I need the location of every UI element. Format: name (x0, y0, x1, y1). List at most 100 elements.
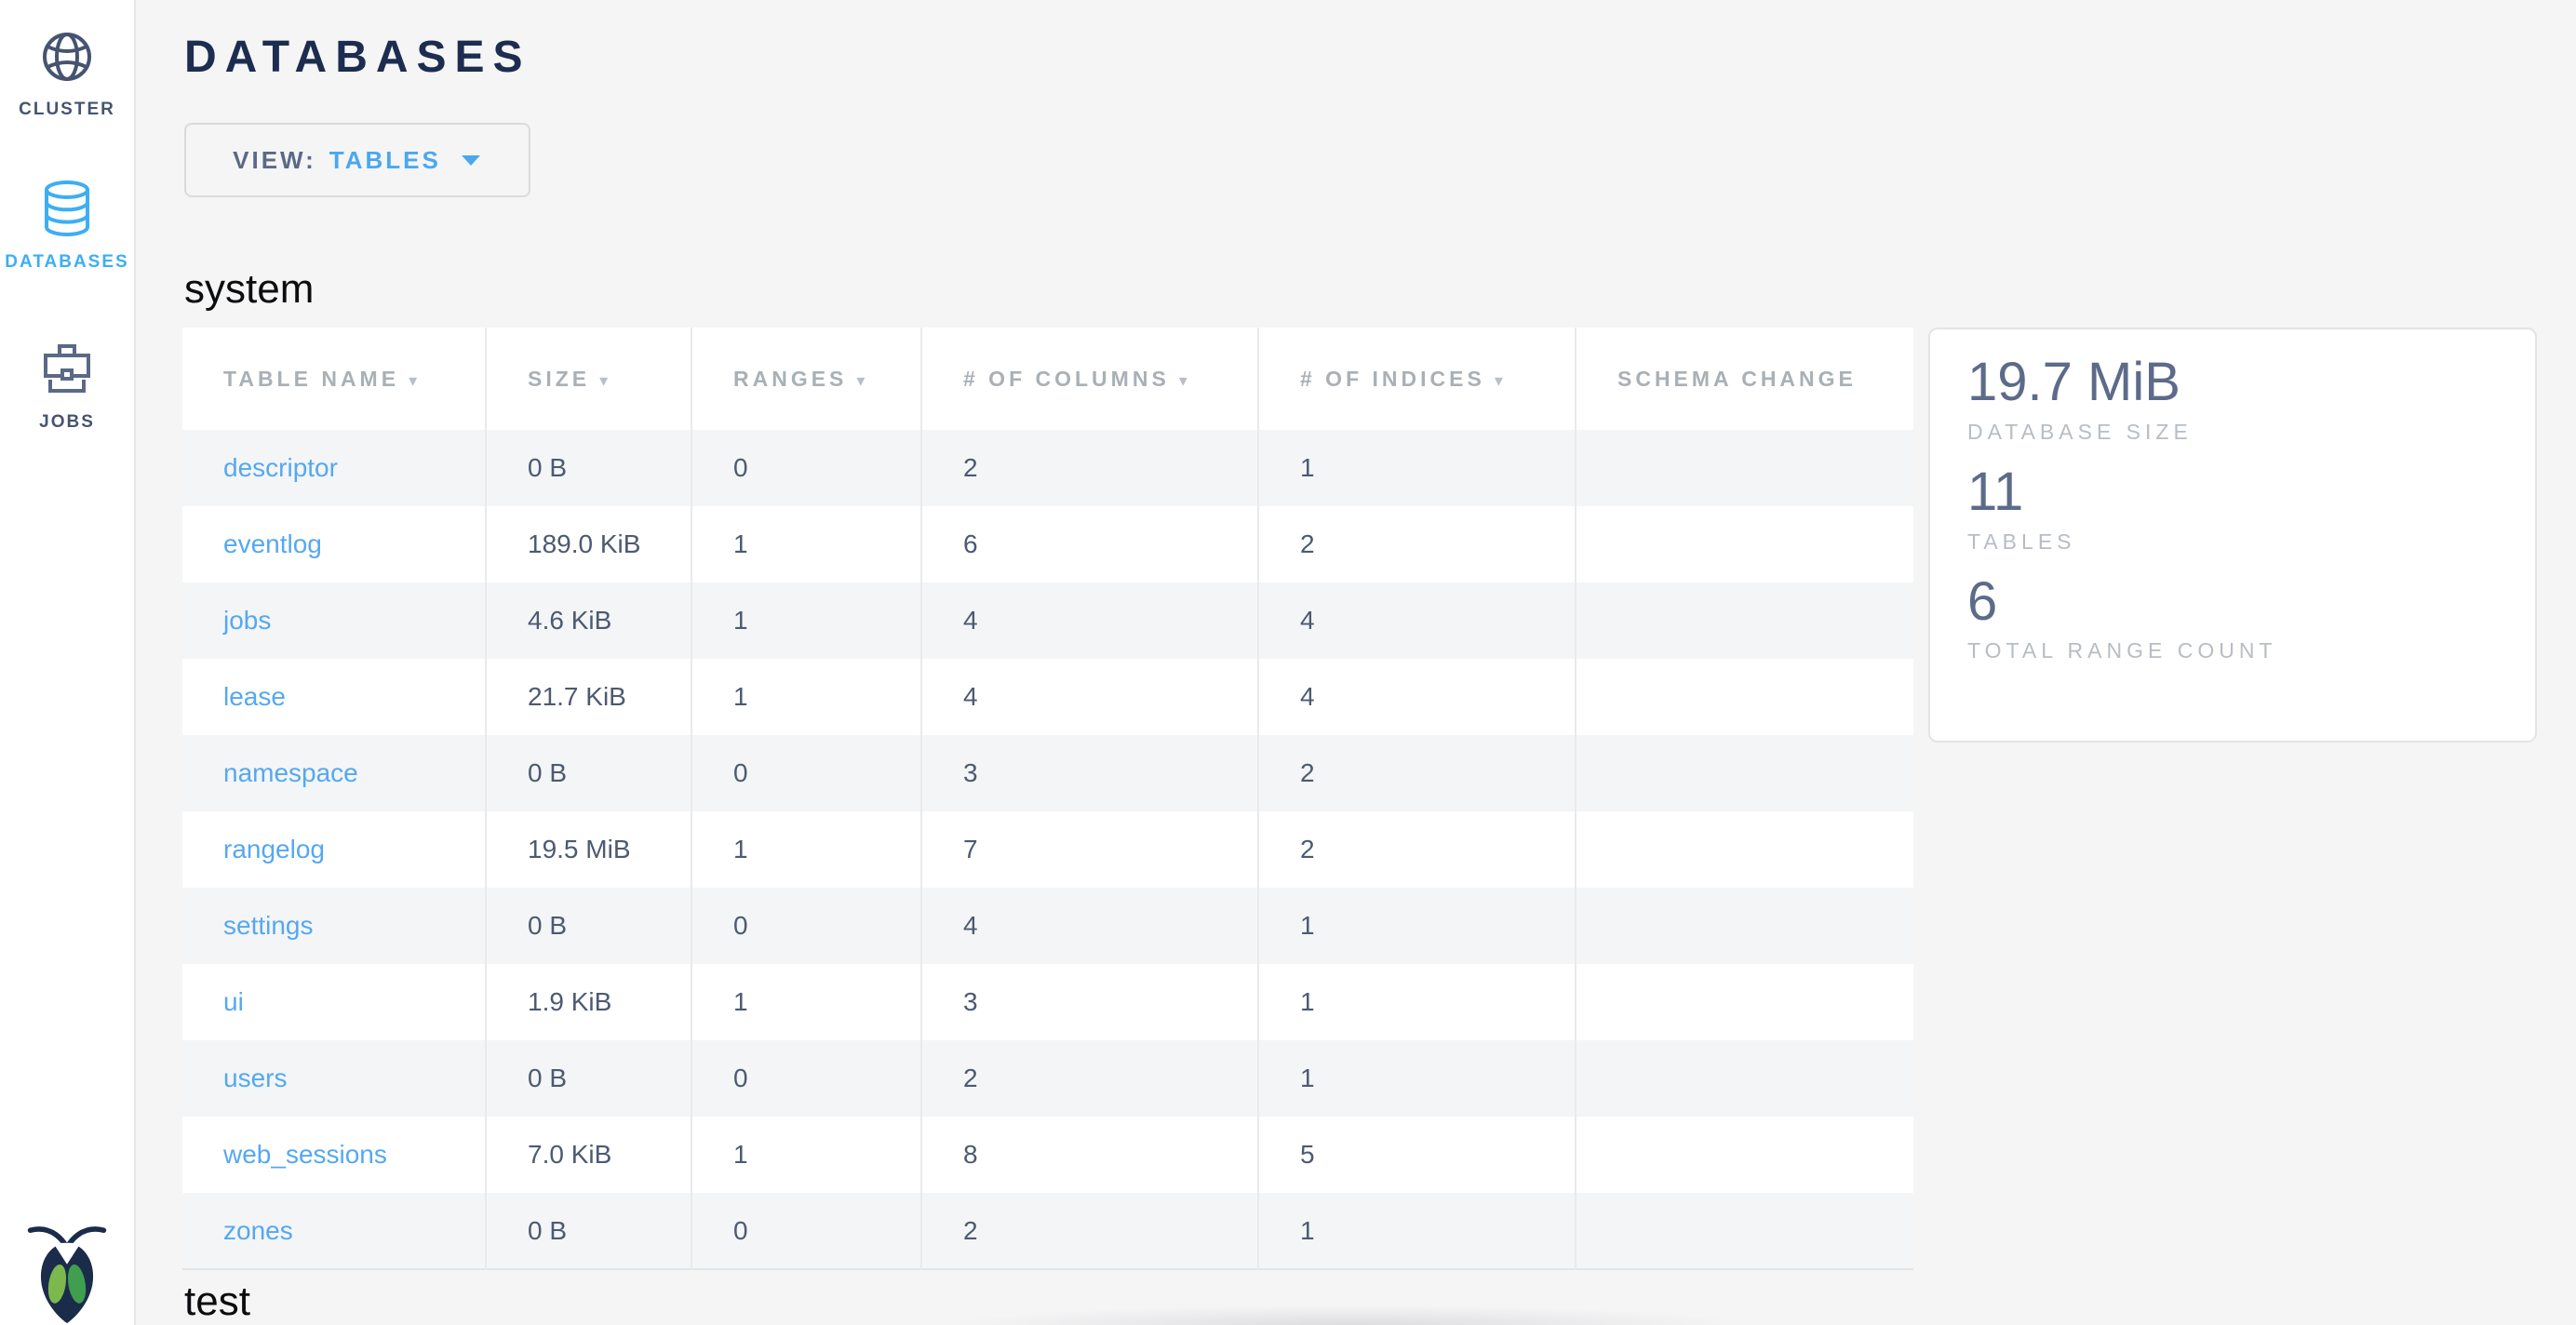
cell-ranges: 1 (691, 1117, 921, 1193)
cell-ranges: 1 (691, 811, 921, 888)
cell-ranges: 1 (691, 659, 921, 735)
cell-size: 189.0 KiB (486, 506, 691, 582)
table-row: zones0 B021 (182, 1193, 1913, 1269)
table-name-link[interactable]: ui (223, 987, 244, 1016)
cell-columns: 7 (921, 811, 1258, 888)
sidebar: CLUSTER DATABASES JOBS (0, 0, 136, 1325)
cell-size: 19.5 MiB (486, 811, 691, 888)
cell-ranges: 0 (691, 1040, 921, 1117)
summary-stat-label: TOTAL RANGE COUNT (1967, 638, 2498, 663)
sidebar-item-cluster[interactable]: CLUSTER (0, 30, 134, 120)
table-row: eventlog189.0 KiB162 (182, 506, 1913, 582)
table-name-link[interactable]: zones (223, 1216, 293, 1245)
summary-stat: 11TABLES (1967, 460, 2498, 555)
cell-table-name: rangelog (182, 811, 486, 888)
sort-caret-icon: ▾ (409, 371, 417, 390)
table-name-link[interactable]: namespace (223, 758, 358, 787)
sort-caret-icon: ▾ (1179, 371, 1187, 390)
table-row: descriptor0 B021 (182, 430, 1913, 506)
cell-indices: 5 (1258, 1117, 1576, 1193)
column-header-size[interactable]: SIZE ▾ (486, 328, 691, 430)
column-header--of-indices[interactable]: # OF INDICES ▾ (1258, 328, 1576, 430)
column-header--of-columns[interactable]: # OF COLUMNS▾ (921, 328, 1258, 430)
table-name-link[interactable]: web_sessions (223, 1140, 387, 1169)
cell-table-name: namespace (182, 735, 486, 811)
cell-schema-change (1576, 1117, 1913, 1193)
cell-columns: 6 (921, 506, 1258, 582)
cell-size: 1.9 KiB (486, 964, 691, 1040)
cockroachdb-logo[interactable] (25, 1223, 109, 1325)
cell-columns: 4 (921, 888, 1258, 964)
cell-table-name: zones (182, 1193, 486, 1269)
cell-indices: 2 (1258, 506, 1576, 582)
cell-table-name: jobs (182, 582, 486, 659)
chevron-down-icon (460, 154, 482, 171)
cell-indices: 4 (1258, 582, 1576, 659)
cell-schema-change (1576, 506, 1913, 582)
cell-schema-change (1576, 811, 1913, 888)
cell-table-name: descriptor (182, 430, 486, 506)
table-name-link[interactable]: users (223, 1064, 287, 1092)
cell-columns: 8 (921, 1117, 1258, 1193)
cell-columns: 4 (921, 582, 1258, 659)
cell-ranges: 1 (691, 582, 921, 659)
cell-schema-change (1576, 1040, 1913, 1117)
cell-size: 0 B (486, 1193, 691, 1269)
column-header-table-name[interactable]: TABLE NAME ▾ (182, 328, 486, 430)
system-tables-table: TABLE NAME▾SIZE▾RANGES▾# OF COLUMNS▾# OF… (182, 328, 1913, 1270)
column-header-schema-change: SCHEMA CHANGE (1576, 328, 1913, 430)
cell-indices: 1 (1258, 430, 1576, 506)
cell-columns: 2 (921, 1040, 1258, 1117)
sort-caret-icon: ▾ (1495, 371, 1503, 390)
table-name-link[interactable]: descriptor (223, 453, 338, 482)
column-header-label: SIZE (528, 367, 590, 391)
cell-ranges: 0 (691, 1193, 921, 1269)
cell-schema-change (1576, 735, 1913, 811)
database-summary-card: 19.7 MiB DATABASE SIZE 11TABLES 6TOTAL RANG… (1928, 328, 2537, 743)
sidebar-item-jobs[interactable]: JOBS (0, 342, 134, 433)
database-section-heading-system: system (184, 266, 314, 313)
cell-columns: 2 (921, 1193, 1258, 1269)
cell-table-name: web_sessions (182, 1117, 486, 1193)
column-header-label: # OF INDICES (1300, 367, 1485, 391)
table-name-link[interactable]: settings (223, 911, 314, 940)
cell-ranges: 0 (691, 735, 921, 811)
cell-size: 0 B (486, 430, 691, 506)
view-selector-dropdown[interactable]: VIEW: TABLES (184, 123, 530, 197)
cell-columns: 2 (921, 430, 1258, 506)
cell-indices: 4 (1258, 659, 1576, 735)
sidebar-item-databases[interactable]: DATABASES (0, 181, 134, 273)
summary-stat-value: 19.7 MiB (1967, 350, 2498, 416)
summary-stat-value: 6 (1967, 569, 2498, 636)
table-row: rangelog19.5 MiB172 (182, 811, 1913, 888)
summary-stat-label: DATABASE SIZE (1967, 420, 2498, 445)
database-icon (0, 181, 134, 241)
sort-caret-icon: ▾ (599, 371, 608, 390)
column-header-label: TABLE NAME (223, 367, 399, 391)
column-header-label: RANGES (733, 367, 847, 391)
table-name-link[interactable]: jobs (223, 606, 271, 635)
cell-indices: 1 (1258, 888, 1576, 964)
summary-stat: 6TOTAL RANGE COUNT (1967, 569, 2498, 664)
cell-schema-change (1576, 659, 1913, 735)
sidebar-item-label: DATABASES (0, 252, 134, 273)
cell-size: 0 B (486, 1040, 691, 1117)
sidebar-item-label: CLUSTER (0, 100, 134, 120)
cell-columns: 3 (921, 964, 1258, 1040)
table-row: web_sessions7.0 KiB185 (182, 1117, 1913, 1193)
cell-indices: 1 (1258, 964, 1576, 1040)
sidebar-item-label: JOBS (0, 412, 134, 433)
cell-table-name: eventlog (182, 506, 486, 582)
table-name-link[interactable]: lease (223, 682, 286, 711)
column-header-ranges[interactable]: RANGES▾ (691, 328, 921, 430)
cell-table-name: lease (182, 659, 486, 735)
cell-schema-change (1576, 430, 1913, 506)
table-header-row: TABLE NAME▾SIZE▾RANGES▾# OF COLUMNS▾# OF… (182, 328, 1913, 430)
table-row: ui1.9 KiB131 (182, 964, 1913, 1040)
table-name-link[interactable]: eventlog (223, 529, 322, 558)
cell-table-name: settings (182, 888, 486, 964)
table-name-link[interactable]: rangelog (223, 835, 325, 863)
cell-table-name: ui (182, 964, 486, 1040)
briefcase-icon (0, 342, 134, 401)
cell-ranges: 1 (691, 964, 921, 1040)
